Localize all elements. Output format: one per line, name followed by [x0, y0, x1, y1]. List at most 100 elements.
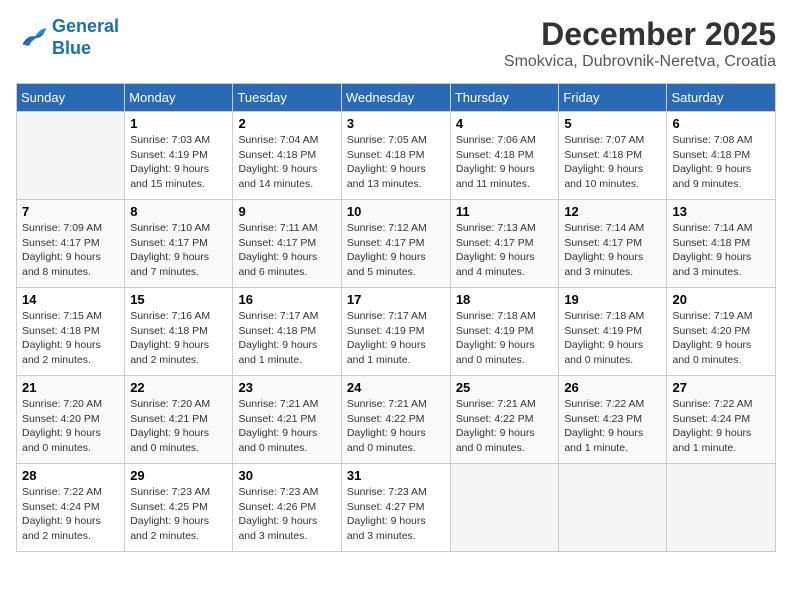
day-info: Sunrise: 7:12 AM Sunset: 4:17 PM Dayligh… [347, 221, 445, 280]
calendar-cell: 30Sunrise: 7:23 AM Sunset: 4:26 PM Dayli… [233, 464, 341, 552]
day-number: 29 [130, 468, 227, 483]
day-info: Sunrise: 7:22 AM Sunset: 4:23 PM Dayligh… [564, 397, 661, 456]
calendar-cell: 4 Sunrise: 7:06 AM Sunset: 4:18 PM Daylig… [450, 112, 559, 200]
calendar-cell [17, 112, 125, 200]
day-number: 24 [347, 380, 445, 395]
day-number: 8 [130, 204, 227, 219]
logo: General Blue [16, 16, 119, 59]
week-row-2: 7Sunrise: 7:09 AM Sunset: 4:17 PM Daylig… [17, 200, 776, 288]
day-info: Sunrise: 7:03 AM Sunset: 4:19 PM Dayligh… [130, 133, 227, 192]
day-info: Sunrise: 7:17 AM Sunset: 4:19 PM Dayligh… [347, 309, 445, 368]
day-info: Sunrise: 7:13 AM Sunset: 4:17 PM Dayligh… [456, 221, 554, 280]
day-info: Sunrise: 7:04 AM Sunset: 4:18 PM Dayligh… [238, 133, 335, 192]
day-info: Sunrise: 7:19 AM Sunset: 4:20 PM Dayligh… [672, 309, 770, 368]
weekday-saturday: Saturday [667, 84, 776, 112]
day-info: Sunrise: 7:16 AM Sunset: 4:18 PM Dayligh… [130, 309, 227, 368]
day-number: 19 [564, 292, 661, 307]
day-info: Sunrise: 7:11 AM Sunset: 4:17 PM Dayligh… [238, 221, 335, 280]
weekday-tuesday: Tuesday [233, 84, 341, 112]
day-info: Sunrise: 7:23 AM Sunset: 4:25 PM Dayligh… [130, 485, 227, 544]
calendar-cell: 11 Sunrise: 7:13 AM Sunset: 4:17 PM Dayli… [450, 200, 559, 288]
calendar-body: 1Sunrise: 7:03 AM Sunset: 4:19 PM Daylig… [17, 112, 776, 552]
day-number: 6 [672, 116, 770, 131]
calendar-cell: 17 Sunrise: 7:17 AM Sunset: 4:19 PM Dayli… [341, 288, 450, 376]
weekday-wednesday: Wednesday [341, 84, 450, 112]
calendar-cell: 24 Sunrise: 7:21 AM Sunset: 4:22 PM Dayli… [341, 376, 450, 464]
day-number: 13 [672, 204, 770, 219]
day-info: Sunrise: 7:21 AM Sunset: 4:22 PM Dayligh… [456, 397, 554, 456]
month-title: December 2025 [504, 16, 776, 53]
calendar-cell: 1Sunrise: 7:03 AM Sunset: 4:19 PM Daylig… [125, 112, 233, 200]
week-row-1: 1Sunrise: 7:03 AM Sunset: 4:19 PM Daylig… [17, 112, 776, 200]
day-info: Sunrise: 7:22 AM Sunset: 4:24 PM Dayligh… [672, 397, 770, 456]
calendar-cell: 7Sunrise: 7:09 AM Sunset: 4:17 PM Daylig… [17, 200, 125, 288]
day-number: 28 [22, 468, 119, 483]
calendar-cell: 12Sunrise: 7:14 AM Sunset: 4:17 PM Dayli… [559, 200, 667, 288]
day-info: Sunrise: 7:21 AM Sunset: 4:21 PM Dayligh… [238, 397, 335, 456]
day-number: 16 [238, 292, 335, 307]
day-info: Sunrise: 7:17 AM Sunset: 4:18 PM Dayligh… [238, 309, 335, 368]
day-info: Sunrise: 7:08 AM Sunset: 4:18 PM Dayligh… [672, 133, 770, 192]
title-block: December 2025 Smokvica, Dubrovnik-Neretv… [504, 16, 776, 71]
day-number: 10 [347, 204, 445, 219]
calendar-cell: 29 Sunrise: 7:23 AM Sunset: 4:25 PM Dayli… [125, 464, 233, 552]
calendar-cell: 20 Sunrise: 7:19 AM Sunset: 4:20 PM Dayli… [667, 288, 776, 376]
day-info: Sunrise: 7:21 AM Sunset: 4:22 PM Dayligh… [347, 397, 445, 456]
calendar-cell: 13 Sunrise: 7:14 AM Sunset: 4:18 PM Dayli… [667, 200, 776, 288]
day-number: 15 [130, 292, 227, 307]
calendar-cell: 19 Sunrise: 7:18 AM Sunset: 4:19 PM Dayli… [559, 288, 667, 376]
weekday-sunday: Sunday [17, 84, 125, 112]
calendar-cell: 14 Sunrise: 7:15 AM Sunset: 4:18 PM Dayli… [17, 288, 125, 376]
day-number: 25 [456, 380, 554, 395]
logo-text: General Blue [52, 16, 119, 59]
day-number: 21 [22, 380, 119, 395]
calendar-cell: 8 Sunrise: 7:10 AM Sunset: 4:17 PM Daylig… [125, 200, 233, 288]
calendar-cell: 6 Sunrise: 7:08 AM Sunset: 4:18 PM Daylig… [667, 112, 776, 200]
day-number: 5 [564, 116, 661, 131]
day-info: Sunrise: 7:22 AM Sunset: 4:24 PM Dayligh… [22, 485, 119, 544]
day-number: 23 [238, 380, 335, 395]
weekday-header-row: SundayMondayTuesdayWednesdayThursdayFrid… [17, 84, 776, 112]
day-info: Sunrise: 7:18 AM Sunset: 4:19 PM Dayligh… [564, 309, 661, 368]
calendar-cell [450, 464, 559, 552]
day-number: 3 [347, 116, 445, 131]
page-header: General Blue December 2025 Smokvica, Dub… [16, 16, 776, 71]
calendar-cell [559, 464, 667, 552]
calendar-cell: 25 Sunrise: 7:21 AM Sunset: 4:22 PM Dayli… [450, 376, 559, 464]
day-info: Sunrise: 7:23 AM Sunset: 4:27 PM Dayligh… [347, 485, 445, 544]
day-info: Sunrise: 7:10 AM Sunset: 4:17 PM Dayligh… [130, 221, 227, 280]
day-number: 18 [456, 292, 554, 307]
day-info: Sunrise: 7:06 AM Sunset: 4:18 PM Dayligh… [456, 133, 554, 192]
day-number: 26 [564, 380, 661, 395]
calendar-cell: 15 Sunrise: 7:16 AM Sunset: 4:18 PM Dayli… [125, 288, 233, 376]
calendar-cell: 21 Sunrise: 7:20 AM Sunset: 4:20 PM Dayli… [17, 376, 125, 464]
calendar-cell: 26 Sunrise: 7:22 AM Sunset: 4:23 PM Dayli… [559, 376, 667, 464]
day-number: 27 [672, 380, 770, 395]
day-number: 14 [22, 292, 119, 307]
weekday-thursday: Thursday [450, 84, 559, 112]
calendar-cell [667, 464, 776, 552]
day-info: Sunrise: 7:20 AM Sunset: 4:20 PM Dayligh… [22, 397, 119, 456]
day-info: Sunrise: 7:05 AM Sunset: 4:18 PM Dayligh… [347, 133, 445, 192]
location-title: Smokvica, Dubrovnik-Neretva, Croatia [504, 53, 776, 71]
week-row-5: 28 Sunrise: 7:22 AM Sunset: 4:24 PM Dayli… [17, 464, 776, 552]
day-info: Sunrise: 7:18 AM Sunset: 4:19 PM Dayligh… [456, 309, 554, 368]
day-info: Sunrise: 7:15 AM Sunset: 4:18 PM Dayligh… [22, 309, 119, 368]
day-number: 31 [347, 468, 445, 483]
calendar-cell: 16 Sunrise: 7:17 AM Sunset: 4:18 PM Dayli… [233, 288, 341, 376]
calendar-cell: 31 Sunrise: 7:23 AM Sunset: 4:27 PM Dayli… [341, 464, 450, 552]
calendar-cell: 18 Sunrise: 7:18 AM Sunset: 4:19 PM Dayli… [450, 288, 559, 376]
day-number: 11 [456, 204, 554, 219]
calendar-cell: 22Sunrise: 7:20 AM Sunset: 4:21 PM Dayli… [125, 376, 233, 464]
calendar-cell: 10 Sunrise: 7:12 AM Sunset: 4:17 PM Dayli… [341, 200, 450, 288]
day-number: 4 [456, 116, 554, 131]
day-number: 17 [347, 292, 445, 307]
logo-icon [16, 22, 48, 54]
week-row-3: 14 Sunrise: 7:15 AM Sunset: 4:18 PM Dayli… [17, 288, 776, 376]
day-number: 22 [130, 380, 227, 395]
calendar-cell: 28 Sunrise: 7:22 AM Sunset: 4:24 PM Dayli… [17, 464, 125, 552]
day-info: Sunrise: 7:14 AM Sunset: 4:18 PM Dayligh… [672, 221, 770, 280]
day-number: 20 [672, 292, 770, 307]
day-info: Sunrise: 7:09 AM Sunset: 4:17 PM Dayligh… [22, 221, 119, 280]
day-info: Sunrise: 7:14 AM Sunset: 4:17 PM Dayligh… [564, 221, 661, 280]
